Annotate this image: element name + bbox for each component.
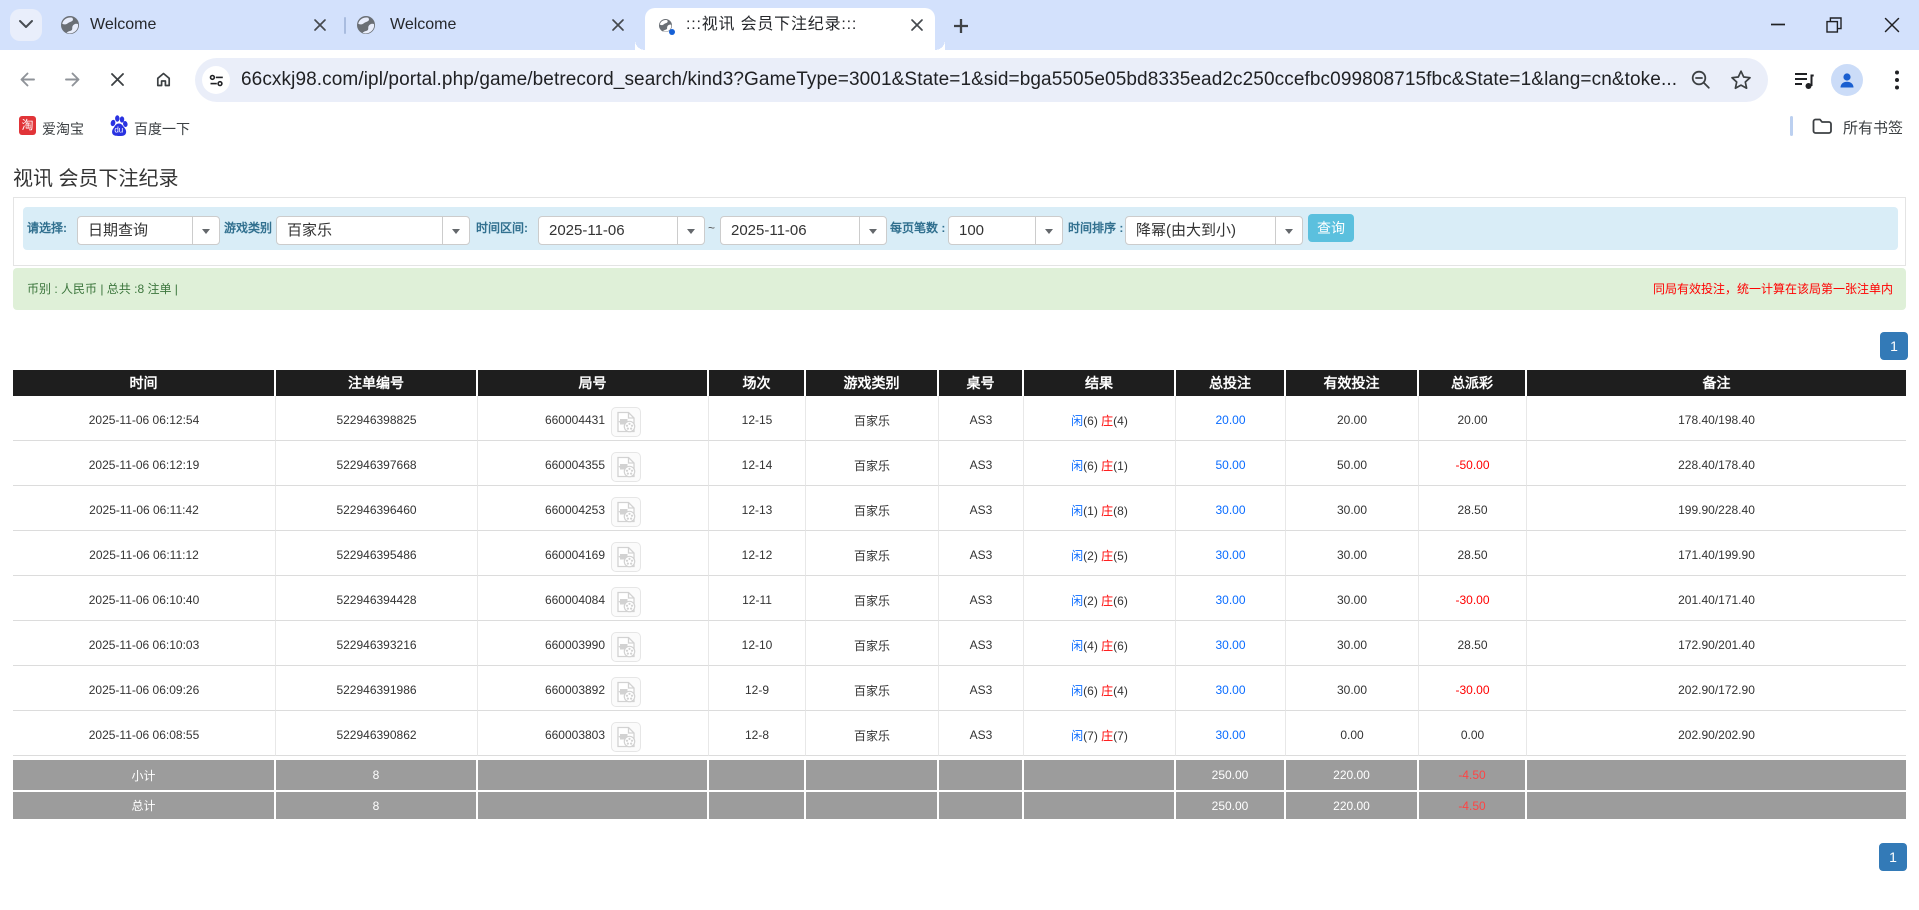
- svg-text:du: du: [114, 126, 123, 135]
